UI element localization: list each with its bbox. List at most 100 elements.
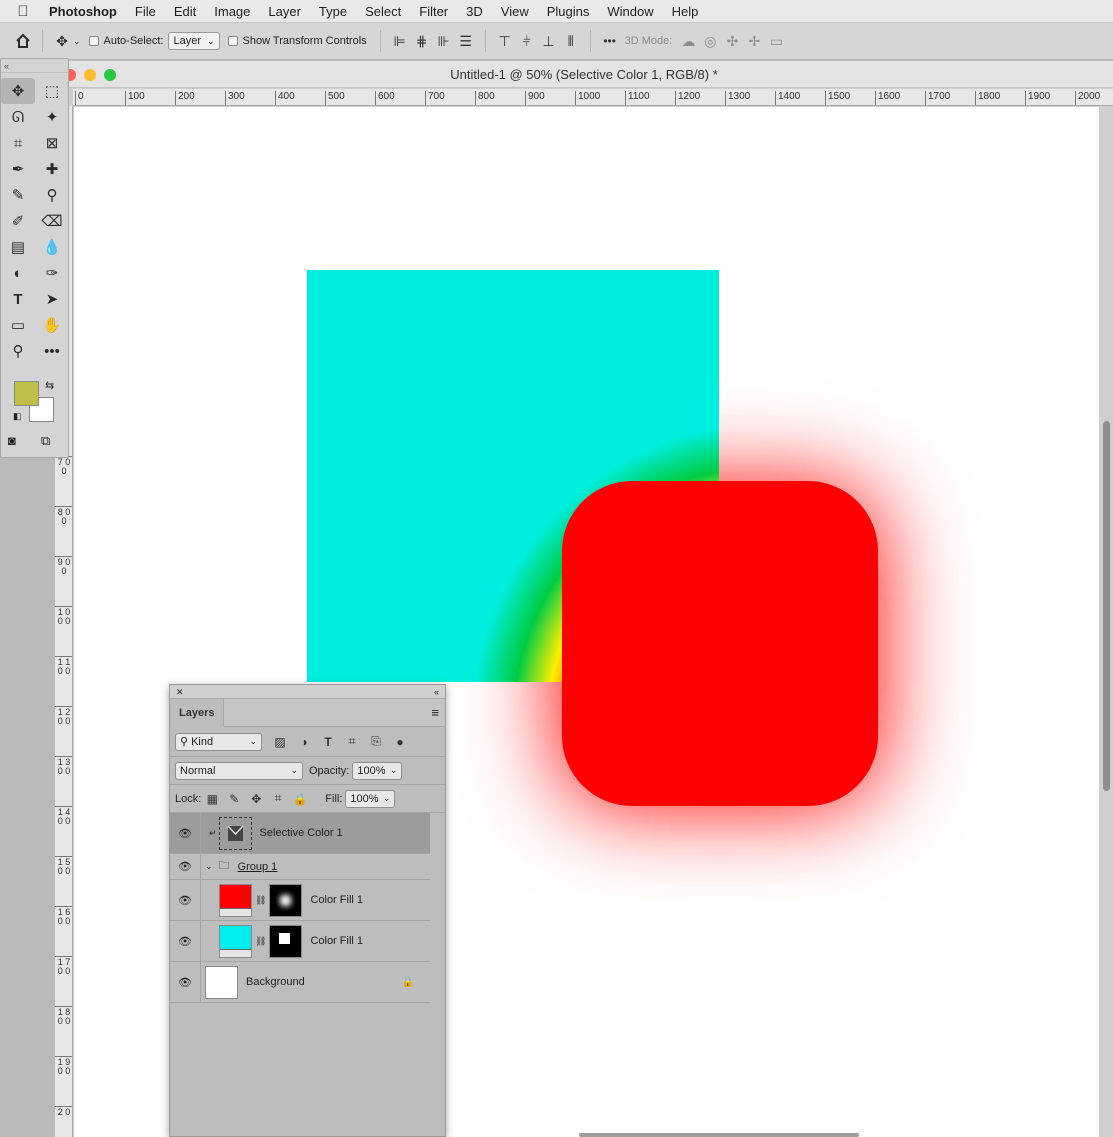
auto-select-dropdown[interactable]: Layer ⌄ bbox=[168, 32, 220, 50]
show-transform-label: Show Transform Controls bbox=[242, 35, 367, 47]
menu-view[interactable]: View bbox=[492, 0, 538, 23]
align-right-icon[interactable]: ⊪ bbox=[433, 30, 455, 52]
lock-transparency-icon[interactable]: ▦ bbox=[201, 792, 223, 806]
move-tool-icon[interactable]: ✥ bbox=[51, 30, 73, 52]
type-layer-filter-icon[interactable]: T bbox=[316, 735, 340, 749]
path-selection-tool-icon[interactable]: ➤ bbox=[35, 286, 69, 312]
menu-plugins[interactable]: Plugins bbox=[538, 0, 599, 23]
distribute-v-icon[interactable]: ⫴ bbox=[560, 30, 582, 52]
default-colors-icon[interactable]: ◧ bbox=[13, 411, 22, 422]
blend-row: Normal ⌄ Opacity: 100% ⌄ bbox=[170, 757, 445, 785]
auto-select-label: Auto-Select: bbox=[103, 35, 164, 47]
rectangle-tool-icon[interactable]: ▭ bbox=[1, 312, 35, 338]
ruler-label: 1 2 0 0 bbox=[55, 706, 72, 726]
brush-tool-icon[interactable]: ✎ bbox=[1, 182, 35, 208]
visibility-eye-icon[interactable]: 👁 bbox=[170, 880, 201, 920]
menu-filter[interactable]: Filter bbox=[410, 0, 457, 23]
visibility-eye-icon[interactable]: 👁 bbox=[170, 962, 201, 1002]
move-tool-icon[interactable]: ✥ bbox=[1, 78, 35, 104]
tab-layers[interactable]: Layers bbox=[170, 698, 225, 727]
screen-mode-icon[interactable]: ⧉ bbox=[41, 433, 50, 449]
layer-row[interactable]: 👁 ↵ Selective Color 1 bbox=[170, 813, 430, 854]
horizontal-scrollbar[interactable] bbox=[579, 1133, 859, 1137]
align-left-icon[interactable]: ⊫ bbox=[389, 30, 411, 52]
opacity-field[interactable]: 100% ⌄ bbox=[352, 761, 403, 780]
smart-object-filter-icon[interactable]: ⎘ bbox=[364, 734, 388, 749]
crop-tool-icon[interactable]: ⌗ bbox=[1, 130, 35, 156]
menu-image[interactable]: Image bbox=[205, 0, 259, 23]
layer-row[interactable]: 👁 ⌄ 🗀 Group 1 bbox=[170, 854, 430, 880]
filter-kind-dropdown[interactable]: ⚲ Kind ⌄ bbox=[175, 732, 262, 751]
layer-row[interactable]: 👁 Background 🔒 bbox=[170, 962, 430, 1003]
layer-row[interactable]: 👁 ⛓ Color Fill 1 bbox=[170, 880, 430, 921]
blur-tool-icon[interactable]: 💧 bbox=[35, 234, 69, 260]
home-icon[interactable] bbox=[12, 30, 34, 52]
healing-brush-tool-icon[interactable]: ✚ bbox=[35, 156, 69, 182]
menu-edit[interactable]: Edit bbox=[165, 0, 205, 23]
chevron-down-icon[interactable]: ⌄ bbox=[73, 36, 81, 47]
menu-select[interactable]: Select bbox=[356, 0, 410, 23]
align-bottom-icon[interactable]: ⊥ bbox=[538, 30, 560, 52]
adjustment-layer-filter-icon[interactable]: ◑ bbox=[292, 735, 316, 749]
eyedropper-tool-icon[interactable]: ✒ bbox=[1, 156, 35, 182]
foreground-color-swatch[interactable] bbox=[14, 381, 39, 406]
chevron-down-icon[interactable]: ⌄ bbox=[205, 861, 213, 872]
roll-3d-icon: ◎ bbox=[704, 32, 717, 49]
auto-select-checkbox[interactable] bbox=[88, 36, 99, 46]
lock-all-icon[interactable]: 🔒 bbox=[289, 792, 311, 806]
visibility-eye-icon[interactable]: 👁 bbox=[170, 813, 201, 853]
pixel-layer-filter-icon[interactable]: ▨ bbox=[268, 735, 292, 749]
menu-window[interactable]: Window bbox=[598, 0, 662, 23]
filter-toggle-icon[interactable]: ● bbox=[388, 735, 412, 749]
align-middle-v-icon[interactable]: ⫩ bbox=[516, 30, 538, 52]
frame-tool-icon[interactable]: ⊠ bbox=[35, 130, 69, 156]
lock-icon[interactable]: 🔒 bbox=[402, 977, 414, 988]
panel-menu-icon[interactable]: ≡ bbox=[431, 705, 439, 720]
hand-tool-icon[interactable]: ✋ bbox=[35, 312, 69, 338]
shape-layer-filter-icon[interactable]: ⌗ bbox=[340, 734, 364, 749]
blend-mode-dropdown[interactable]: Normal ⌄ bbox=[175, 761, 303, 780]
swap-colors-icon[interactable]: ⇆ bbox=[45, 379, 54, 392]
show-transform-checkbox[interactable] bbox=[227, 36, 238, 46]
edit-toolbar-icon[interactable]: ••• bbox=[35, 338, 69, 364]
eraser-tool-icon[interactable]: ⌫ bbox=[35, 208, 69, 234]
menu-layer[interactable]: Layer bbox=[259, 0, 310, 23]
lasso-tool-icon[interactable]: ᘏ bbox=[1, 104, 35, 130]
dodge-tool-icon[interactable]: ◐ bbox=[1, 260, 35, 286]
type-tool-icon[interactable]: T bbox=[1, 286, 35, 312]
layer-row[interactable]: 👁 ⛓ Color Fill 1 bbox=[170, 921, 430, 962]
quick-mask-icon[interactable]: ◙ bbox=[8, 433, 16, 448]
lock-pixels-icon[interactable]: ✎ bbox=[223, 792, 245, 806]
horizontal-ruler[interactable]: 0 100 200 300 400 500 600 700 800 900 10… bbox=[73, 89, 1113, 106]
distribute-h-icon[interactable]: ☰ bbox=[455, 30, 477, 52]
lock-artboard-icon[interactable]: ⌗ bbox=[267, 791, 289, 806]
link-icon[interactable]: ⛓ bbox=[255, 895, 266, 906]
clone-stamp-tool-icon[interactable]: ⚲ bbox=[35, 182, 69, 208]
menu-3d[interactable]: 3D bbox=[457, 0, 492, 23]
collapse-panel-icon[interactable]: « bbox=[434, 685, 439, 698]
history-brush-tool-icon[interactable]: ✐ bbox=[1, 208, 35, 234]
marquee-tool-icon[interactable]: ⬚ bbox=[35, 78, 69, 104]
vertical-scrollbar[interactable] bbox=[1103, 421, 1110, 791]
visibility-eye-icon[interactable]: 👁 bbox=[170, 854, 201, 879]
gradient-tool-icon[interactable]: ▤ bbox=[1, 234, 35, 260]
apple-menu-icon[interactable]:  bbox=[0, 3, 46, 20]
align-top-icon[interactable]: ⊤ bbox=[494, 30, 516, 52]
pen-tool-icon[interactable]: ✑ bbox=[35, 260, 69, 286]
lock-position-icon[interactable]: ✥ bbox=[245, 792, 267, 806]
panel-grip[interactable]: « bbox=[1, 59, 68, 73]
close-panel-icon[interactable]: ✕ bbox=[176, 685, 184, 698]
app-menu[interactable]: Photoshop bbox=[46, 0, 126, 23]
background-thumbnail bbox=[205, 965, 238, 999]
fill-field[interactable]: 100% ⌄ bbox=[345, 789, 396, 808]
align-center-h-icon[interactable]: ⋕ bbox=[411, 30, 433, 52]
mask-shape bbox=[279, 932, 291, 944]
zoom-tool-icon[interactable]: ⚲ bbox=[1, 338, 35, 364]
menu-file[interactable]: File bbox=[126, 0, 165, 23]
menu-help[interactable]: Help bbox=[663, 0, 708, 23]
more-options-icon[interactable]: ••• bbox=[599, 30, 621, 52]
link-icon[interactable]: ⛓ bbox=[255, 936, 266, 947]
menu-type[interactable]: Type bbox=[310, 0, 356, 23]
visibility-eye-icon[interactable]: 👁 bbox=[170, 921, 201, 961]
magic-wand-tool-icon[interactable]: ✦ bbox=[35, 104, 69, 130]
